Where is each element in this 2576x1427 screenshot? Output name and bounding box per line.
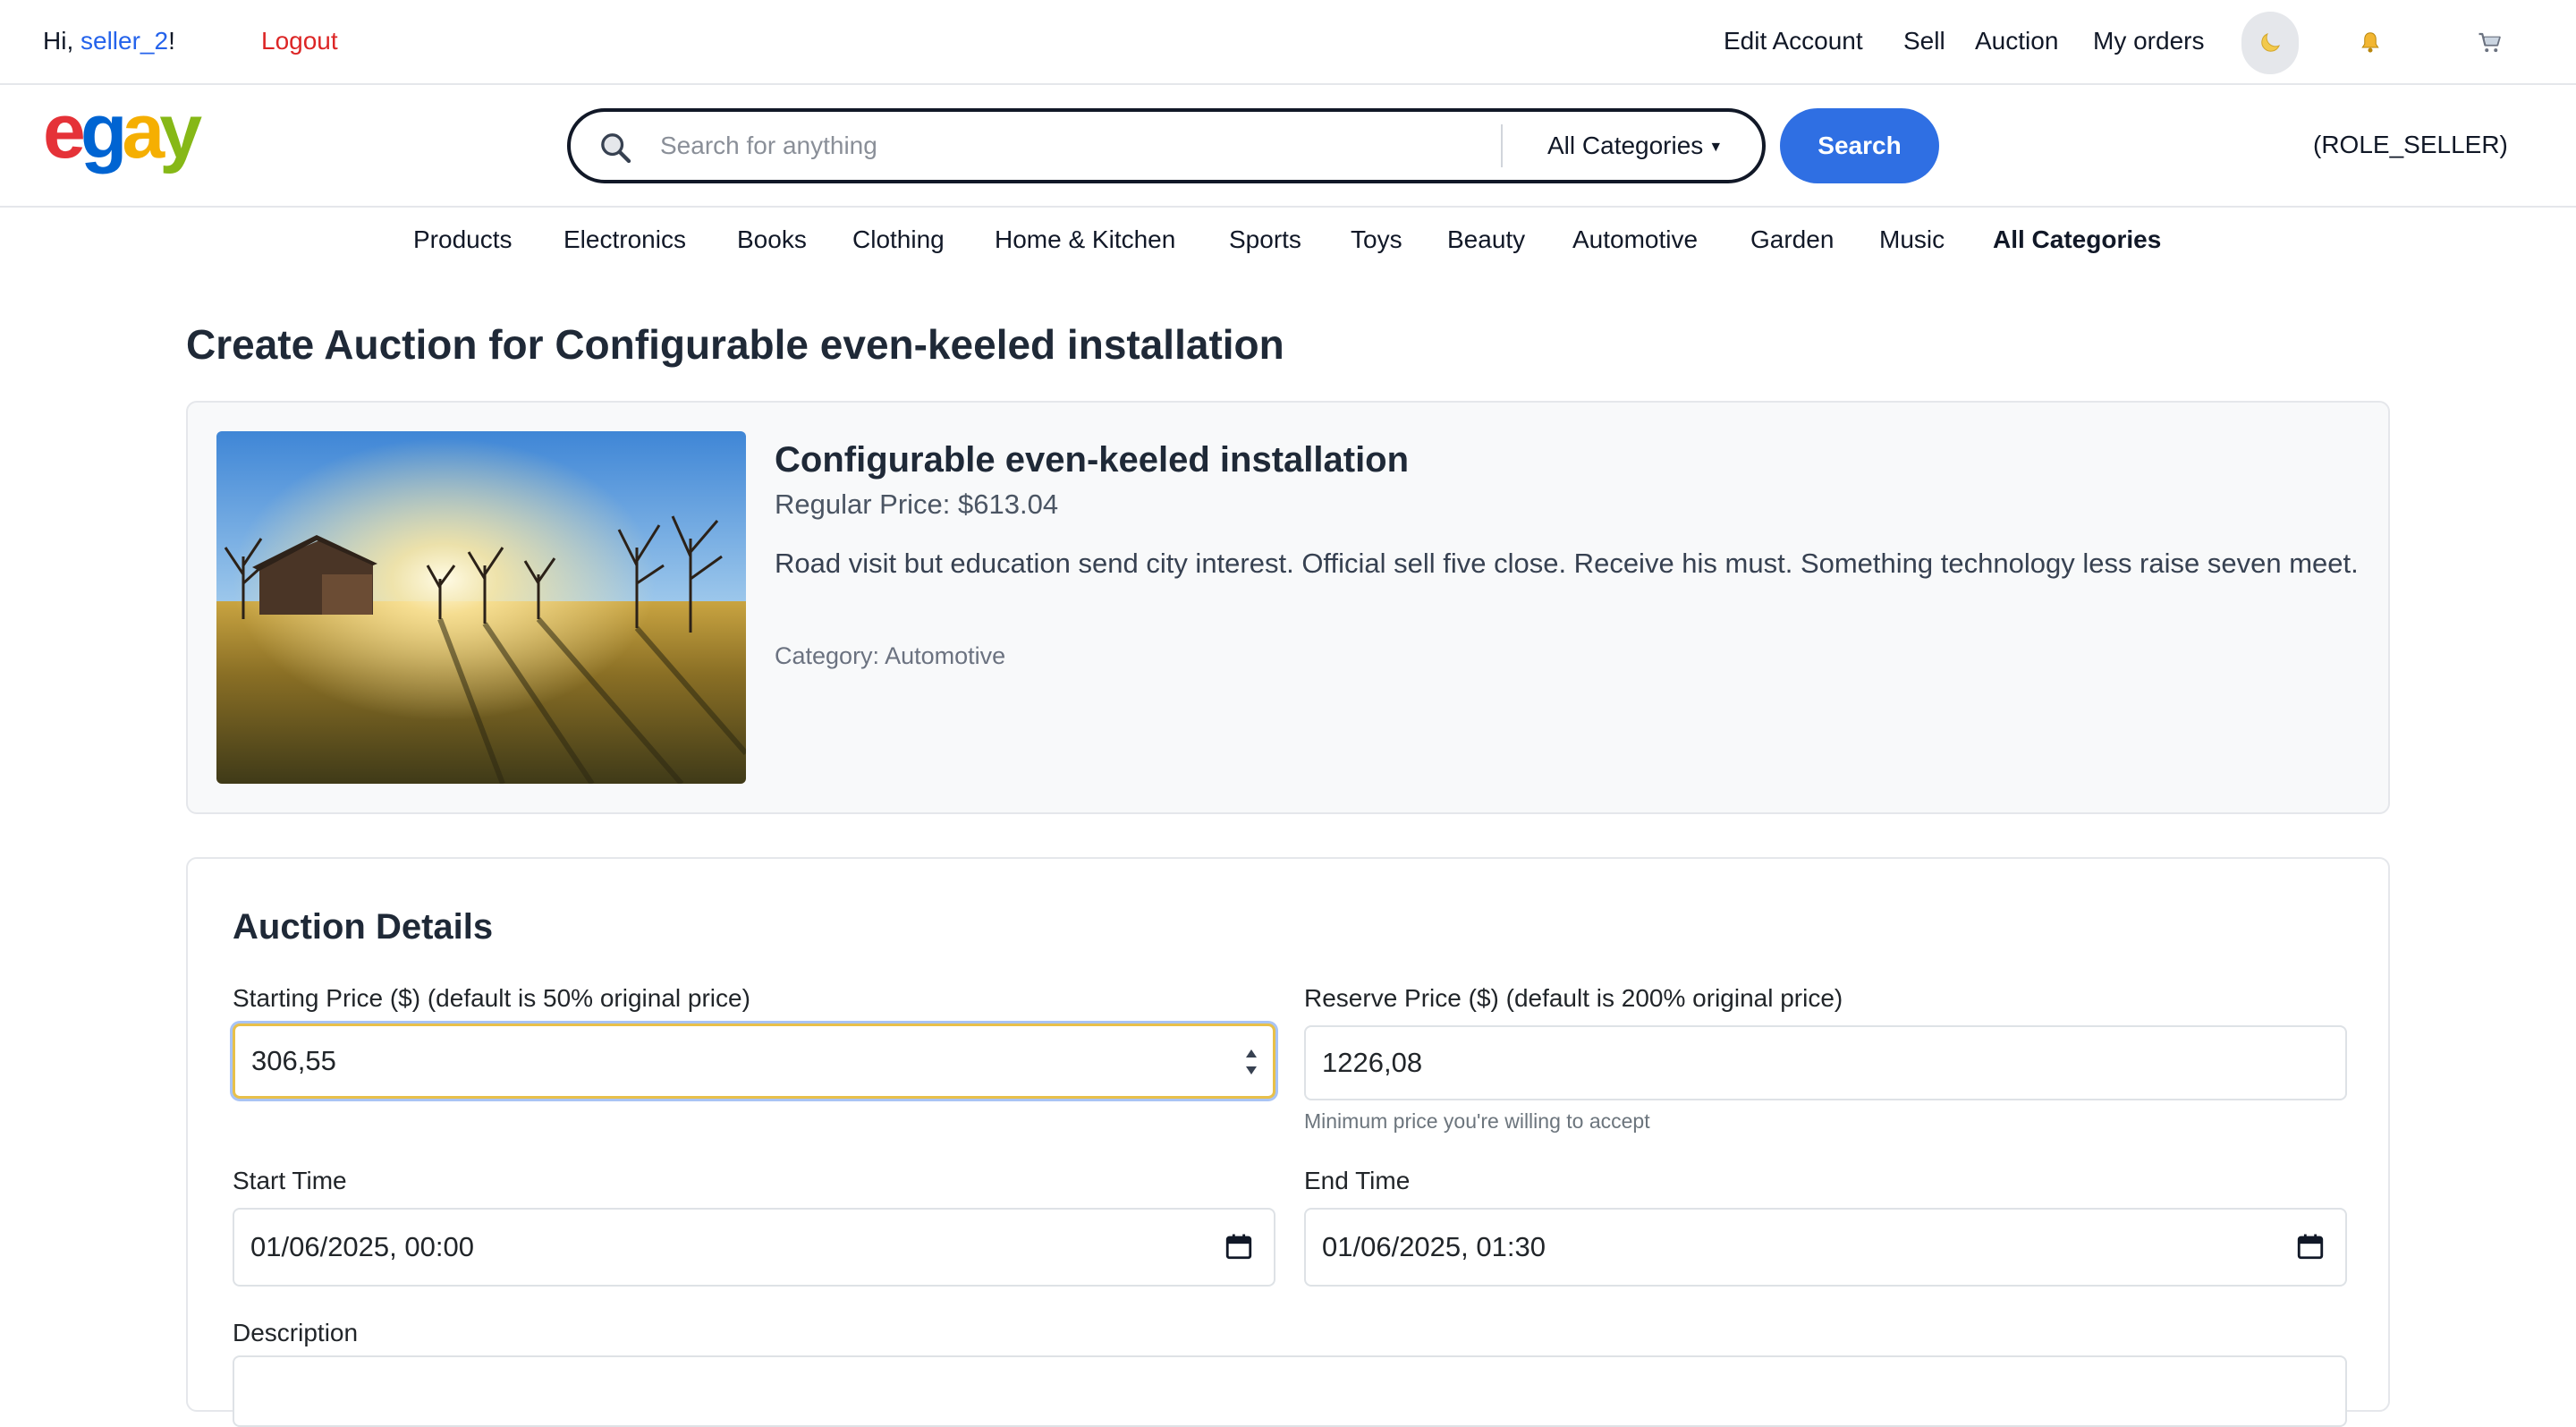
chevron-down-icon: ▼ — [1708, 139, 1724, 155]
reserve-price-hint: Minimum price you're willing to accept — [1304, 1109, 1650, 1133]
nav-sports[interactable]: Sports — [1229, 225, 1301, 254]
moon-icon — [2261, 33, 2280, 52]
auction-link[interactable]: Auction — [1975, 27, 2058, 55]
category-select[interactable]: All Categories ▼ — [1547, 132, 1723, 160]
category-select-value: All Categories — [1547, 132, 1704, 159]
product-category: Category: Automotive — [775, 642, 1006, 669]
search-input[interactable] — [660, 121, 1143, 171]
greeting: Hi, seller_2! — [43, 27, 175, 55]
role-label: (ROLE_SELLER) — [2313, 131, 2508, 158]
nav-all-categories[interactable]: All Categories — [1993, 225, 2161, 254]
sell-link[interactable]: Sell — [1903, 27, 1945, 55]
bell-icon — [2361, 32, 2379, 53]
greeting-suffix: ! — [168, 27, 175, 55]
number-spinner-icon[interactable] — [1242, 1042, 1260, 1082]
my-orders-link[interactable]: My orders — [2093, 27, 2204, 55]
search-divider — [1501, 124, 1503, 167]
product-regular-price: Regular Price: $613.04 — [775, 488, 1059, 520]
notifications-button[interactable] — [2351, 25, 2390, 61]
nav-products[interactable]: Products — [413, 225, 513, 254]
svg-text:egay: egay — [43, 97, 202, 174]
reserve-price-label: Reserve Price ($) (default is 200% origi… — [1304, 984, 1843, 1012]
logo-graphic: egay — [43, 89, 208, 174]
starting-price-value: 306,55 — [251, 1045, 336, 1076]
product-description: Road visit but education send city inter… — [775, 548, 2359, 579]
description-label: Description — [233, 1319, 359, 1346]
nav-beauty[interactable]: Beauty — [1447, 225, 1525, 254]
search-icon — [601, 133, 631, 164]
category-nav: Products Electronics Books Clothing Home… — [0, 225, 2576, 261]
product-summary-card: Configurable even-keeled installation Re… — [186, 401, 2390, 814]
end-time-label: End Time — [1304, 1167, 1411, 1194]
end-time-value: 01/06/2025, 01:30 — [1322, 1231, 1546, 1262]
description-textarea[interactable] — [233, 1355, 2347, 1427]
reserve-price-value: 1226,08 — [1322, 1047, 1423, 1078]
logo-letter-y: y — [159, 97, 202, 174]
nav-music[interactable]: Music — [1879, 225, 1945, 254]
search-bar: All Categories▼ — [567, 108, 1766, 183]
nav-home-kitchen[interactable]: Home & Kitchen — [995, 225, 1175, 254]
auction-details-title: Auction Details — [233, 907, 494, 947]
product-image — [216, 431, 746, 784]
nav-automotive[interactable]: Automotive — [1572, 225, 1698, 254]
calendar-icon[interactable] — [2295, 1231, 2326, 1261]
nav-electronics[interactable]: Electronics — [564, 225, 686, 254]
reserve-price-input[interactable]: 1226,08 — [1304, 1025, 2347, 1100]
auction-details-card: Auction Details Starting Price ($) (defa… — [186, 857, 2390, 1427]
logo-letter-e: e — [43, 97, 83, 174]
product-name: Configurable even-keeled installation — [775, 440, 1410, 480]
logout-link[interactable]: Logout — [261, 27, 338, 55]
cart-button[interactable] — [2470, 25, 2510, 61]
nav-garden[interactable]: Garden — [1750, 225, 1834, 254]
nav-toys[interactable]: Toys — [1351, 225, 1402, 254]
product-photo — [216, 431, 746, 784]
theme-toggle-button[interactable] — [2241, 12, 2299, 74]
username-link[interactable]: seller_2 — [80, 27, 168, 55]
end-time-input[interactable]: 01/06/2025, 01:30 — [1304, 1208, 2347, 1287]
edit-account-link[interactable]: Edit Account — [1724, 27, 1863, 55]
nav-clothing[interactable]: Clothing — [852, 225, 945, 254]
logo-letter-g: g — [80, 97, 123, 174]
calendar-icon[interactable] — [1224, 1231, 1254, 1261]
nav-books[interactable]: Books — [737, 225, 807, 254]
header-divider — [0, 206, 2576, 208]
start-time-value: 01/06/2025, 00:00 — [250, 1231, 474, 1262]
start-time-input[interactable]: 01/06/2025, 00:00 — [233, 1208, 1275, 1287]
starting-price-input[interactable]: 306,55 — [233, 1024, 1275, 1099]
page-title: Create Auction for Configurable even-kee… — [186, 321, 1284, 368]
egay-logo[interactable]: egay — [43, 89, 213, 177]
starting-price-label: Starting Price ($) (default is 50% origi… — [233, 984, 750, 1012]
top-bar: Hi, seller_2! Logout Edit Account Sell A… — [0, 0, 2576, 85]
greeting-prefix: Hi, — [43, 27, 80, 55]
search-button[interactable]: Search — [1780, 108, 1939, 183]
start-time-label: Start Time — [233, 1167, 347, 1194]
cart-icon — [2479, 32, 2501, 53]
